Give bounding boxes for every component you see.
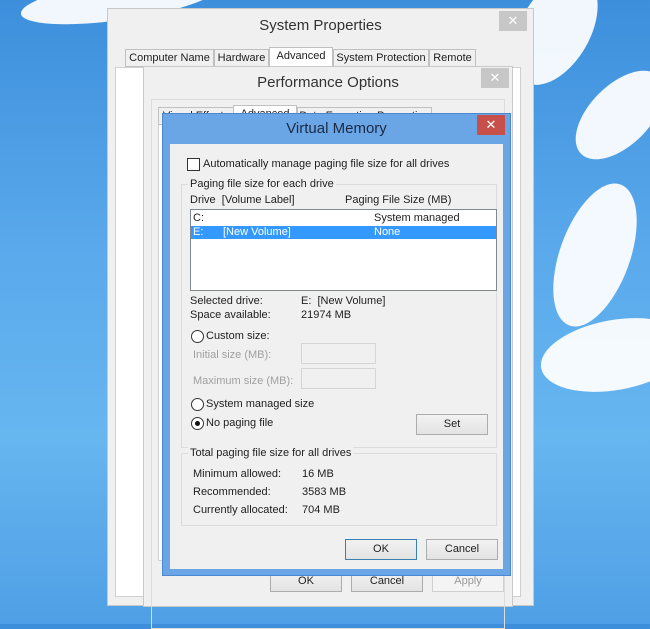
currently-allocated-label: Currently allocated:: [193, 504, 288, 516]
wallpaper-petal: [559, 54, 650, 176]
selected-drive-value: E: [New Volume]: [301, 295, 386, 307]
dialog-body: Automatically manage paging file size fo…: [170, 144, 503, 569]
system-managed-label: System managed size: [206, 398, 315, 410]
wallpaper-petal: [535, 307, 650, 403]
virtual-memory-window: Virtual Memory ✕ Automatically manage pa…: [162, 113, 511, 576]
maximum-size-input[interactable]: [301, 368, 376, 389]
group-label: Paging file size for each drive: [188, 178, 336, 190]
system-managed-radio[interactable]: [191, 398, 204, 411]
column-header-size: Paging File Size (MB): [345, 194, 452, 206]
close-button[interactable]: ✕: [481, 68, 509, 88]
maximum-size-label: Maximum size (MB):: [193, 375, 294, 387]
initial-size-input[interactable]: [301, 343, 376, 364]
auto-manage-checkbox[interactable]: [187, 158, 200, 171]
group-label: Total paging file size for all drives: [188, 447, 354, 459]
tab-hardware[interactable]: Hardware: [214, 49, 269, 67]
close-button[interactable]: ✕: [499, 11, 527, 31]
window-title: System Properties: [259, 17, 382, 34]
drive-letter: E:: [193, 226, 204, 238]
drive-paging-size: None: [374, 226, 401, 238]
space-available-label: Space available:: [190, 309, 271, 321]
cancel-button[interactable]: Cancel: [426, 539, 498, 560]
set-button[interactable]: Set: [416, 414, 488, 435]
custom-size-label: Custom size:: [206, 330, 270, 342]
space-available-value: 21974 MB: [301, 309, 352, 321]
recommended-value: 3583 MB: [302, 486, 347, 498]
initial-size-label: Initial size (MB):: [193, 349, 272, 361]
drive-list[interactable]: C: System managed E: [New Volume] None: [190, 209, 497, 291]
recommended-label: Recommended:: [193, 486, 271, 498]
currently-allocated-value: 704 MB: [302, 504, 340, 516]
column-header-drive: Drive [Volume Label]: [190, 194, 295, 206]
tab-remote[interactable]: Remote: [429, 49, 476, 67]
drive-row-selected[interactable]: E: [New Volume] None: [191, 226, 496, 239]
drive-row[interactable]: C: System managed: [191, 212, 496, 225]
window-title: Performance Options: [257, 74, 399, 91]
auto-manage-label: Automatically manage paging file size fo…: [203, 158, 450, 170]
wallpaper-petal: [536, 172, 650, 338]
drive-paging-size: System managed: [374, 212, 460, 224]
no-paging-file-label: No paging file: [206, 417, 274, 429]
close-button[interactable]: ✕: [477, 115, 505, 135]
minimum-allowed-label: Minimum allowed:: [193, 468, 282, 480]
tab-computer-name[interactable]: Computer Name: [125, 49, 214, 67]
drive-label: [New Volume]: [223, 226, 291, 238]
custom-size-radio[interactable]: [191, 330, 204, 343]
selected-drive-label: Selected drive:: [190, 295, 263, 307]
minimum-allowed-value: 16 MB: [302, 468, 334, 480]
tab-system-protection[interactable]: System Protection: [333, 49, 429, 67]
window-title: Virtual Memory: [286, 120, 387, 137]
no-paging-file-radio[interactable]: [191, 417, 204, 430]
ok-button[interactable]: OK: [345, 539, 417, 560]
tab-advanced[interactable]: Advanced: [269, 47, 333, 67]
drive-letter: C:: [193, 212, 204, 224]
